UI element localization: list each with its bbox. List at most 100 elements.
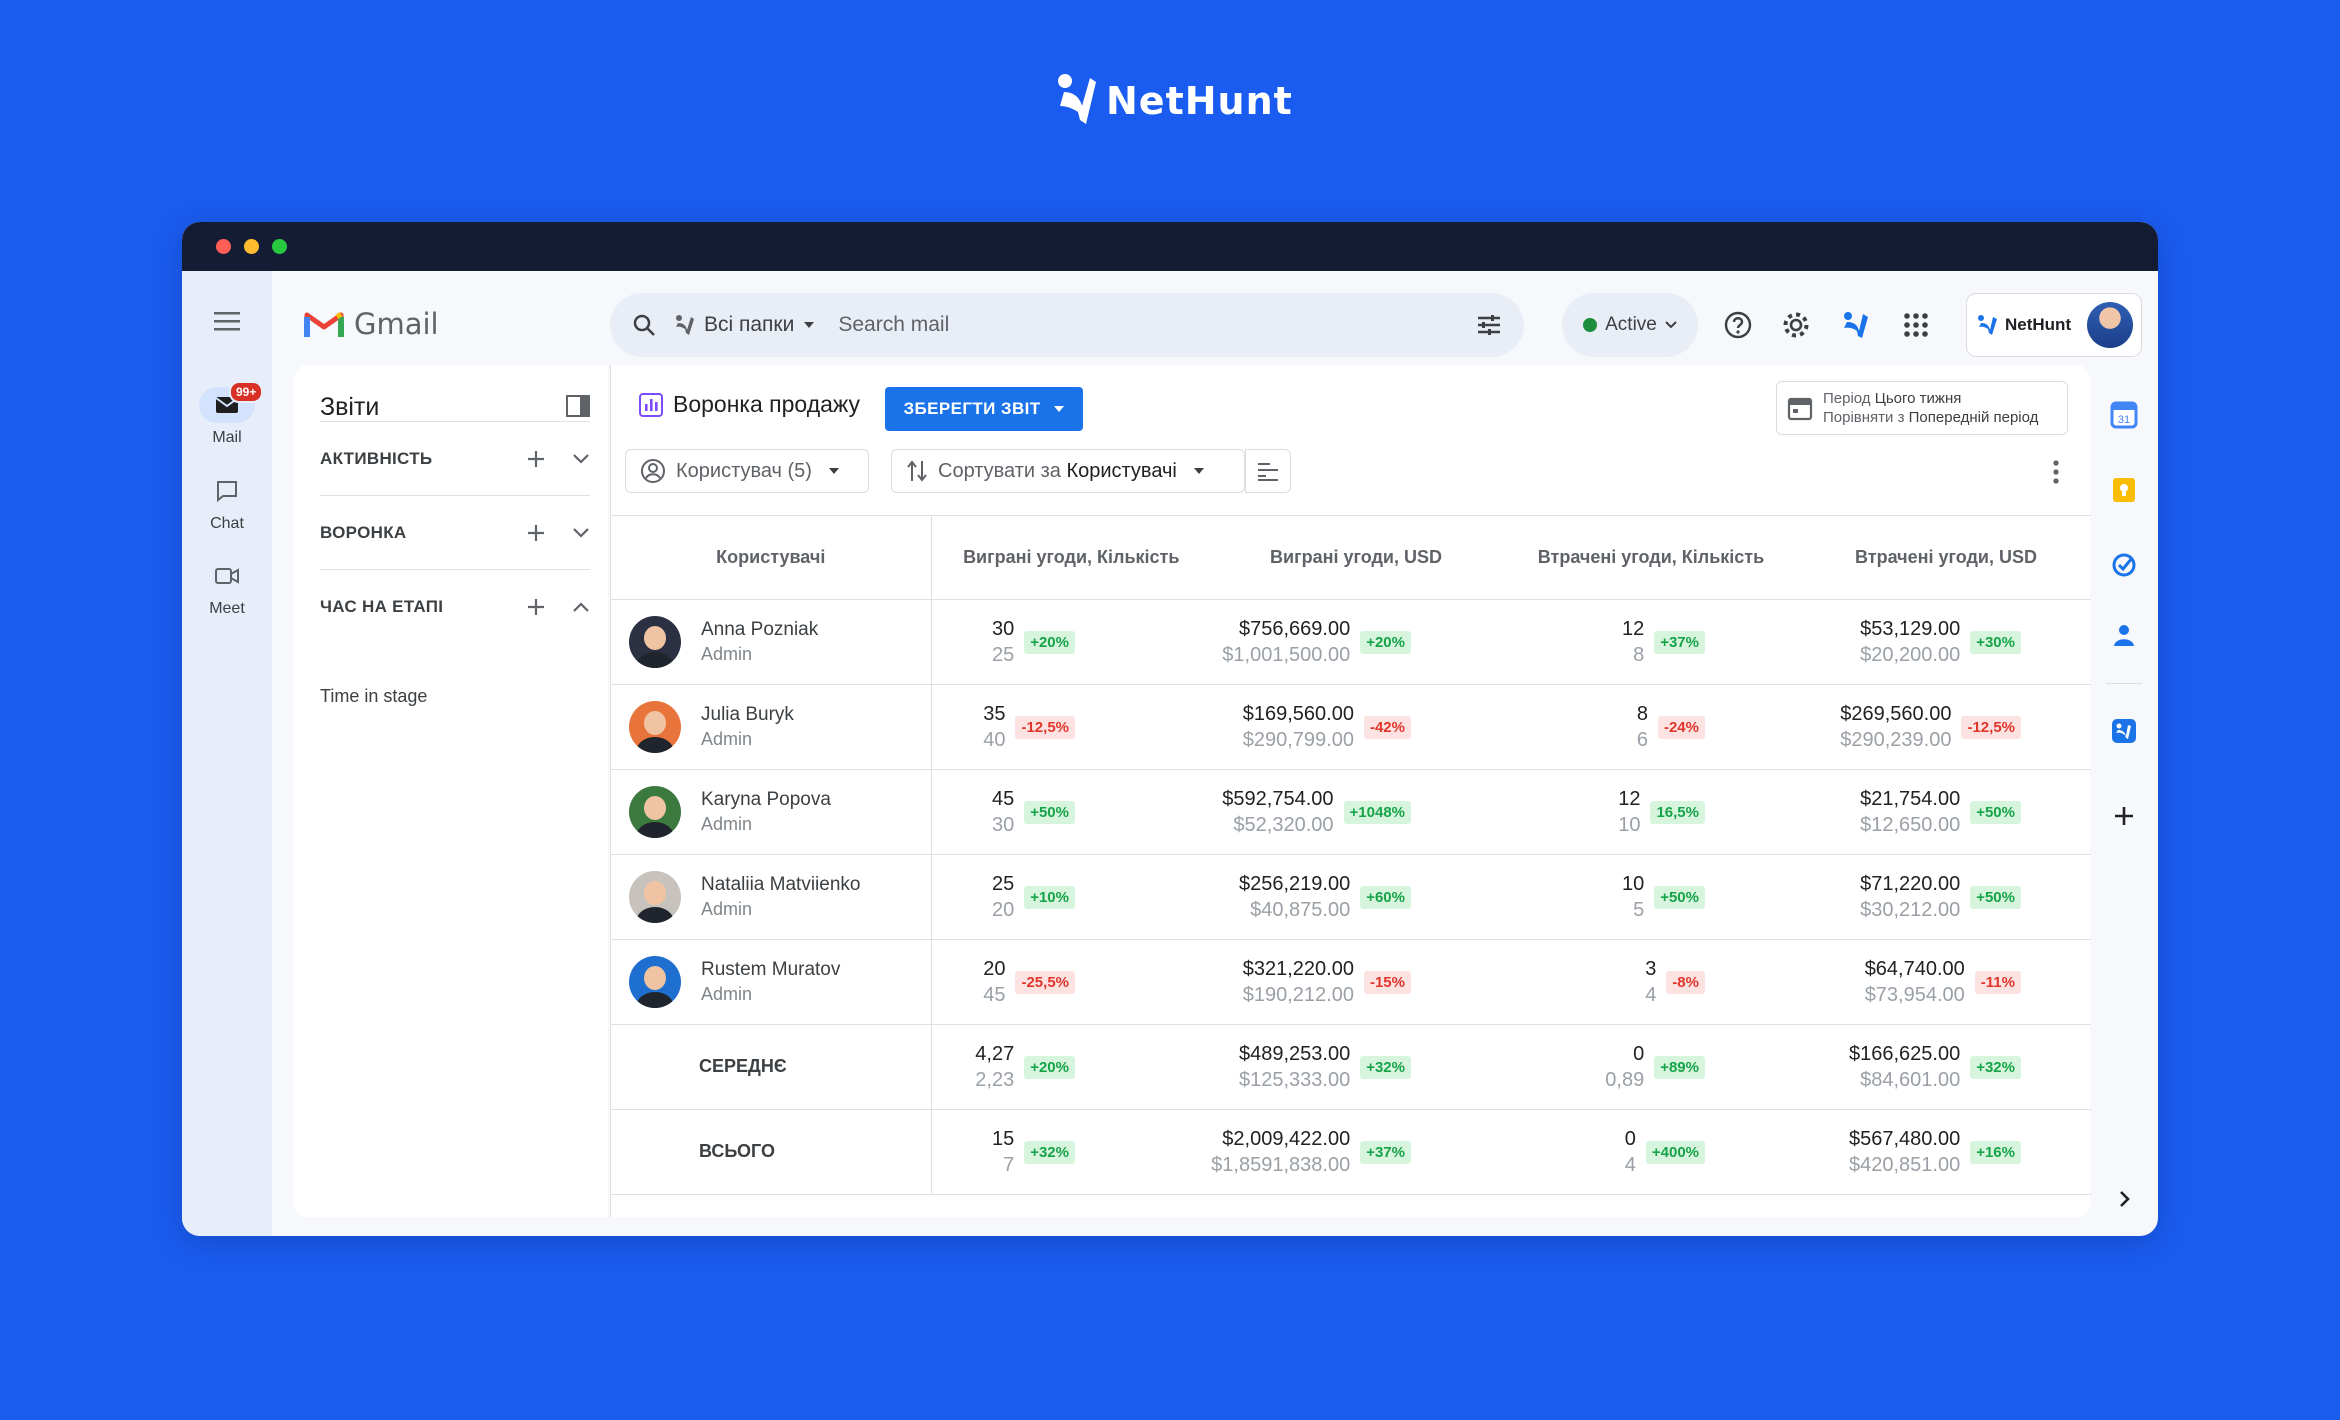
column-header-won-count[interactable]: Виграні угоди, Кількість: [931, 515, 1211, 600]
cell-won-count: 25 20 +10%: [931, 854, 1211, 940]
report-title: Воронка продажу: [639, 391, 860, 418]
minimize-window-dot[interactable]: [244, 239, 259, 254]
rail-item-chat[interactable]: Chat: [182, 473, 272, 533]
nethunt-extension-icon[interactable]: [1842, 311, 1870, 339]
previous-value: $84,601.00: [1860, 1069, 1961, 1091]
current-value: $21,754.00: [1860, 788, 1961, 810]
search-options-icon[interactable]: [1476, 313, 1502, 337]
google-apps-icon[interactable]: [1902, 311, 1930, 339]
chevron-down-icon[interactable]: [572, 453, 590, 465]
add-icon[interactable]: [526, 523, 546, 543]
previous-value: 7: [1003, 1154, 1015, 1176]
column-header-lost-count[interactable]: Втрачені угоди, Кількість: [1501, 515, 1801, 600]
column-header-lost-usd[interactable]: Втрачені угоди, USD: [1801, 515, 2091, 600]
table-row[interactable]: Karyna Popova Admin 45 30 +50% $592,754.…: [611, 769, 2091, 855]
search-bar: Всі папки: [610, 293, 1524, 357]
contacts-icon[interactable]: [2110, 621, 2138, 649]
cell-user: Anna Pozniak Admin: [611, 599, 932, 685]
account-avatar[interactable]: [2087, 302, 2133, 348]
folder-select[interactable]: Всі папки: [674, 313, 816, 337]
status-dot-icon: [1583, 318, 1598, 332]
rail-label-chat: Chat: [210, 515, 244, 532]
current-value: 20: [983, 958, 1006, 980]
user-avatar: [629, 616, 681, 668]
chevron-up-icon[interactable]: [572, 601, 590, 613]
chevron-down-icon[interactable]: [572, 527, 590, 539]
table-row[interactable]: Julia Buryk Admin 35 40 -12,5% $169,560.…: [611, 684, 2091, 770]
user-filter-label: Користувач (5): [676, 459, 812, 482]
user-name[interactable]: Nataliia Matviienko: [701, 873, 860, 897]
change-badge: -11%: [1974, 970, 2021, 994]
user-name[interactable]: Anna Pozniak: [701, 618, 818, 642]
user-name[interactable]: Karyna Popova: [701, 788, 831, 812]
help-icon[interactable]: [1724, 311, 1752, 339]
keep-icon[interactable]: [2110, 476, 2138, 504]
user-avatar: [629, 701, 681, 753]
table-row[interactable]: Nataliia Matviienko Admin 25 20 +10% $25…: [611, 854, 2091, 940]
nethunt-account-chip[interactable]: NetHunt: [1966, 293, 2142, 357]
search-input[interactable]: [838, 313, 1419, 337]
table-row[interactable]: Anna Pozniak Admin 30 25 +20% $756,669.0…: [611, 599, 2091, 685]
calendar-icon[interactable]: 31: [2110, 401, 2138, 429]
gmail-rail: 99+ Mail Chat Meet: [182, 271, 272, 1236]
change-badge: -12,5%: [1961, 715, 2021, 739]
user-name[interactable]: Julia Buryk: [701, 703, 794, 727]
close-window-dot[interactable]: [216, 239, 231, 254]
current-value: $64,740.00: [1864, 958, 1965, 980]
sidebar-section-activity[interactable]: АКТИВНІСТЬ: [320, 421, 590, 495]
expand-panel-icon[interactable]: [2110, 1185, 2138, 1213]
bar-chart-icon: [639, 392, 663, 417]
cell-won-count: 4,27 2,23 +20%: [931, 1024, 1211, 1110]
compare-value: Попередній період: [1908, 409, 2039, 426]
table-row[interactable]: Rustem Muratov Admin 20 45 -25,5% $321,2…: [611, 939, 2091, 1025]
user-name[interactable]: Rustem Muratov: [701, 958, 840, 982]
nethunt-addon-icon[interactable]: [2110, 717, 2138, 745]
nethunt-folder-icon: [676, 315, 694, 335]
main-menu-icon[interactable]: [214, 311, 240, 331]
user-filter[interactable]: Користувач (5): [625, 449, 869, 493]
previous-value: 40: [983, 729, 1006, 751]
report-title-text: Воронка продажу: [673, 391, 861, 417]
get-addons-icon[interactable]: [2110, 802, 2138, 830]
change-badge: +1048%: [1343, 800, 1411, 824]
add-icon[interactable]: [526, 449, 546, 469]
current-value: 45: [991, 788, 1015, 810]
change-badge: +400%: [1645, 1140, 1705, 1164]
tasks-icon[interactable]: [2110, 551, 2138, 579]
cell-lost-usd: $166,625.00 $84,601.00 +32%: [1801, 1024, 2091, 1110]
sidebar-section-time-in-stage[interactable]: ЧАС НА ЕТАПІ: [320, 569, 590, 643]
maximize-window-dot[interactable]: [272, 239, 287, 254]
current-value: 12: [1621, 618, 1645, 640]
column-header-users[interactable]: Користувачі: [611, 515, 932, 600]
previous-value: $30,212.00: [1860, 899, 1961, 921]
cell-lost-usd: $567,480.00 $420,851.00 +16%: [1801, 1109, 2091, 1195]
column-header-won-usd[interactable]: Виграні угоди, USD: [1211, 515, 1501, 600]
view-toggle-button[interactable]: [1245, 449, 1291, 493]
change-badge: 16,5%: [1650, 800, 1705, 824]
status-label: Active: [1605, 314, 1657, 335]
nethunt-chip-text: NetHunt: [2005, 315, 2072, 334]
search-icon[interactable]: [632, 313, 656, 337]
period-selector[interactable]: Період Цього тижня Порівняти з Попередні…: [1776, 381, 2068, 435]
gmail-logo[interactable]: Gmail: [304, 307, 439, 341]
more-vert-icon[interactable]: [2052, 459, 2060, 485]
nethunt-logo-icon: [1978, 315, 1997, 335]
current-value: 10: [1621, 873, 1645, 895]
sidebar-section-funnel[interactable]: ВОРОНКА: [320, 495, 590, 569]
current-value: 15: [991, 1128, 1015, 1150]
rail-item-meet[interactable]: Meet: [182, 558, 272, 618]
rail-item-mail[interactable]: 99+ Mail: [182, 381, 272, 447]
sidebar-item-time-in-stage[interactable]: Time in stage: [320, 686, 427, 707]
settings-gear-icon[interactable]: [1782, 311, 1810, 339]
save-report-button[interactable]: ЗБЕРЕГТИ ЗВІТ: [885, 387, 1083, 431]
sort-selector[interactable]: Сортувати за Користувачі: [891, 449, 1245, 493]
current-value: $53,129.00: [1860, 618, 1961, 640]
panel-toggle-icon[interactable]: [566, 395, 590, 417]
status-selector[interactable]: Active: [1562, 293, 1698, 357]
change-badge: +20%: [1360, 630, 1411, 654]
chevron-down-icon: [1193, 468, 1204, 474]
add-icon[interactable]: [526, 597, 546, 617]
cell-won-count: 35 40 -12,5%: [931, 684, 1211, 770]
calendar-icon: [1787, 397, 1813, 421]
window-titlebar: [182, 222, 2158, 271]
